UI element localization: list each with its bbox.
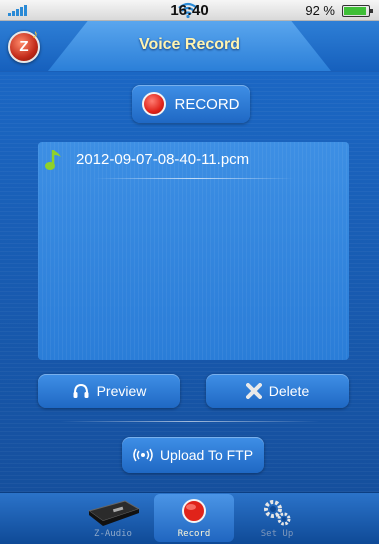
tab-bar: Z-Audio Record Set Up bbox=[0, 492, 379, 544]
app-header: Voice Record bbox=[0, 21, 379, 71]
gears-icon bbox=[237, 497, 317, 527]
main-content: RECORD 2012-09-07-08-40-11.pcm Preview D… bbox=[0, 72, 379, 492]
tab-label: Record bbox=[177, 529, 211, 539]
battery-icon bbox=[342, 5, 373, 17]
list-item[interactable]: 2012-09-07-08-40-11.pcm bbox=[38, 142, 349, 180]
tab-set-up[interactable]: Set Up bbox=[237, 494, 317, 542]
record-icon bbox=[154, 497, 234, 525]
status-bar: 16:40 92 % bbox=[0, 0, 379, 21]
record-button-label: RECORD bbox=[174, 95, 240, 113]
battery-percentage: 92 % bbox=[305, 3, 335, 18]
red-dot-icon bbox=[142, 92, 167, 116]
device-icon bbox=[73, 497, 153, 527]
tab-record[interactable]: Record bbox=[154, 494, 234, 542]
logo-note-icon: ♪ bbox=[32, 27, 38, 41]
divider bbox=[60, 421, 320, 422]
recording-filename: 2012-09-07-08-40-11.pcm bbox=[76, 151, 250, 168]
preview-button-label: Preview bbox=[96, 383, 147, 399]
close-icon bbox=[245, 383, 262, 399]
broadcast-icon bbox=[133, 448, 153, 462]
list-separator bbox=[94, 178, 294, 179]
tab-label: Z-Audio bbox=[94, 529, 132, 539]
headphones-icon bbox=[72, 383, 90, 399]
music-note-icon bbox=[45, 150, 61, 170]
delete-button[interactable]: Delete bbox=[206, 374, 349, 408]
upload-ftp-button[interactable]: Upload To FTP bbox=[122, 437, 264, 473]
record-button[interactable]: RECORD bbox=[132, 85, 250, 123]
tab-label: Set Up bbox=[260, 529, 294, 539]
preview-button[interactable]: Preview bbox=[38, 374, 180, 408]
recordings-list[interactable]: 2012-09-07-08-40-11.pcm bbox=[38, 142, 349, 360]
upload-button-label: Upload To FTP bbox=[159, 447, 254, 463]
delete-button-label: Delete bbox=[268, 383, 310, 399]
page-title: Voice Record bbox=[138, 36, 241, 53]
app-logo-icon[interactable]: Z ♪ bbox=[8, 27, 40, 63]
tab-z-audio[interactable]: Z-Audio bbox=[73, 494, 153, 542]
